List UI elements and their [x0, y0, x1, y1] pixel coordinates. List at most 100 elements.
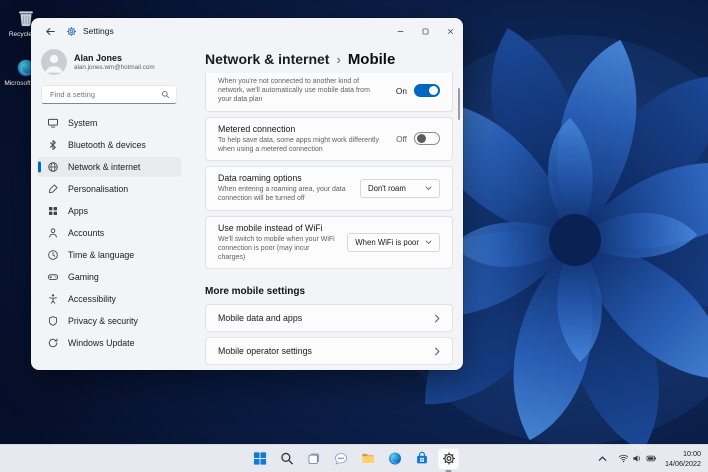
user-name: Alan Jones: [74, 53, 123, 63]
sidebar-item-time-language[interactable]: Time & language: [37, 245, 181, 265]
breadcrumb-parent[interactable]: Network & internet: [205, 51, 329, 67]
user-profile[interactable]: Alan Jones alan.jones.wm@hotmail.com: [41, 49, 177, 75]
start-button[interactable]: [249, 448, 271, 470]
link-label: Mobile operator settings: [218, 346, 312, 357]
card-description: We'll switch to mobile when your WiFi co…: [218, 235, 335, 262]
system-tray: 10:00 14/06/2022: [595, 445, 703, 472]
apps-icon: [47, 205, 59, 217]
search-icon: [162, 91, 170, 99]
scrollbar-thumb[interactable]: [457, 88, 460, 120]
sidebar-item-label: Personalisation: [68, 184, 129, 194]
taskbar-search-button[interactable]: [276, 448, 298, 470]
link-mobile-data-and-apps[interactable]: Mobile data and apps: [205, 304, 453, 333]
accessibility-icon: [47, 293, 59, 305]
bluetooth-icon: [47, 139, 59, 151]
sidebar-item-label: Accessibility: [68, 294, 116, 304]
sidebar-item-label: Gaming: [68, 272, 99, 282]
sidebar-item-label: Bluetooth & devices: [68, 140, 146, 150]
chevron-down-icon: [425, 240, 432, 245]
back-arrow-icon: [45, 27, 55, 35]
app-title: Settings: [83, 26, 114, 36]
battery-icon: [646, 455, 657, 462]
sidebar-item-privacy-security[interactable]: Privacy & security: [37, 311, 181, 331]
edge-icon: [388, 452, 401, 465]
search-icon: [280, 452, 293, 465]
close-button[interactable]: [438, 18, 463, 44]
section-title: More mobile settings: [205, 286, 306, 298]
sidebar-item-gaming[interactable]: Gaming: [37, 267, 181, 287]
sidebar-item-label: Time & language: [68, 250, 135, 260]
sidebar-nav: System Bluetooth & devices Network & int…: [31, 113, 187, 353]
sidebar-item-windows-update[interactable]: Windows Update: [37, 333, 181, 353]
taskbar: 10:00 14/06/2022: [0, 444, 708, 472]
wifi-icon: [618, 454, 629, 463]
volume-icon: [633, 455, 640, 462]
globe-icon: [47, 161, 59, 173]
dropdown-value: When WiFi is poor: [355, 237, 419, 247]
sidebar-item-network-internet[interactable]: Network & internet: [37, 157, 181, 177]
card-title: Use mobile instead of WiFi: [218, 222, 323, 233]
chat-button[interactable]: [330, 448, 352, 470]
dropdown-value: Don't roam: [368, 183, 406, 193]
sidebar: Alan Jones alan.jones.wm@hotmail.com Fin…: [31, 44, 187, 370]
task-view-icon: [308, 453, 319, 464]
task-view-button[interactable]: [303, 448, 325, 470]
sidebar-item-accessibility[interactable]: Accessibility: [37, 289, 181, 309]
titlebar: Settings: [31, 18, 463, 44]
wifi-fallback-dropdown[interactable]: When WiFi is poor: [347, 232, 440, 252]
settings-gear-icon: [67, 26, 76, 36]
sidebar-item-bluetooth-devices[interactable]: Bluetooth & devices: [37, 135, 181, 155]
sidebar-item-label: Apps: [68, 206, 89, 216]
link-mobile-operator-settings[interactable]: Mobile operator settings: [205, 337, 453, 366]
toggle-state-label: Off: [396, 133, 407, 144]
monitor-icon: [47, 117, 59, 129]
sidebar-item-label: Accounts: [68, 228, 105, 238]
store-button[interactable]: [411, 448, 433, 470]
store-icon: [416, 451, 427, 464]
card-data-roaming: Data roaming options When entering a roa…: [205, 166, 453, 211]
card-description: To help save data, some apps might work …: [218, 136, 379, 153]
card-title: Metered connection: [218, 123, 296, 134]
back-button[interactable]: [40, 22, 60, 40]
breadcrumb-separator: ›: [336, 52, 341, 67]
user-info: Alan Jones alan.jones.wm@hotmail.com: [74, 53, 155, 71]
chevron-right-icon: [434, 347, 440, 356]
link-label: Mobile data and apps: [218, 313, 303, 324]
sidebar-item-system[interactable]: System: [37, 113, 181, 133]
sidebar-item-accounts[interactable]: Accounts: [37, 223, 181, 243]
desktop: Recycle Bin Microsoft Edge Settings Alan…: [0, 0, 708, 472]
update-icon: [47, 337, 59, 349]
sidebar-item-apps[interactable]: Apps: [37, 201, 181, 221]
maximize-icon: [422, 28, 429, 34]
card-mobile-instead-wifi: Use mobile instead of WiFi We'll switch …: [205, 215, 453, 270]
user-email: alan.jones.wm@hotmail.com: [74, 64, 155, 71]
data-roaming-dropdown[interactable]: Don't roam: [360, 178, 440, 198]
file-explorer-icon: [361, 453, 374, 463]
close-icon: [448, 28, 453, 34]
settings-taskbar-button[interactable]: [437, 447, 460, 470]
chevron-down-icon: [425, 186, 432, 191]
card-description: When entering a roaming area, your data …: [218, 186, 346, 203]
file-explorer-button[interactable]: [357, 448, 379, 470]
mobile-data-toggle[interactable]: [414, 84, 440, 98]
tray-date: 14/06/2022: [665, 458, 701, 468]
tray-status-icons[interactable]: [616, 448, 659, 470]
sidebar-item-personalisation[interactable]: Personalisation: [37, 179, 181, 199]
edge-button[interactable]: [384, 448, 406, 470]
search-input[interactable]: [48, 89, 157, 100]
settings-icon: [442, 452, 455, 465]
settings-content: Network & internet › Mobile When you're …: [187, 44, 463, 370]
maximize-button[interactable]: [413, 18, 438, 44]
tray-overflow-button[interactable]: [595, 448, 610, 470]
tray-time: 10:00: [683, 449, 701, 459]
card-description: When you're not connected to another kin…: [218, 78, 370, 104]
card-use-mobile-data: When you're not connected to another kin…: [205, 73, 453, 112]
chevron-right-icon: [434, 314, 440, 323]
clock-icon: [47, 249, 59, 261]
chat-icon: [334, 453, 347, 465]
clock[interactable]: 10:00 14/06/2022: [665, 449, 703, 468]
card-metered-connection: Metered connection To help save data, so…: [205, 116, 453, 162]
sidebar-item-label: Network & internet: [68, 162, 141, 172]
metered-connection-toggle[interactable]: [414, 132, 440, 146]
minimize-button[interactable]: [388, 18, 413, 44]
